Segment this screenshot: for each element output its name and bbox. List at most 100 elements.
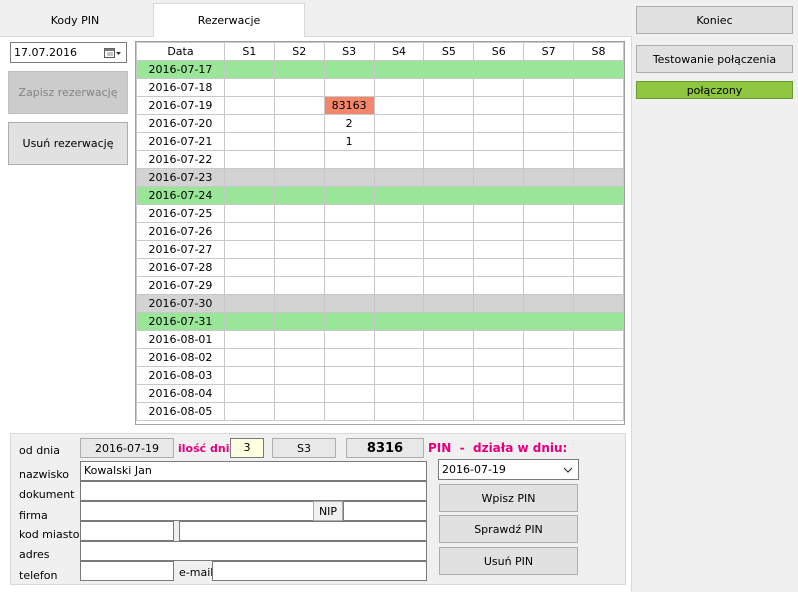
grid-slot-cell[interactable] [273, 312, 325, 331]
grid-slot-cell[interactable] [473, 132, 525, 151]
grid-slot-cell[interactable] [573, 222, 624, 241]
grid-slot-cell[interactable] [223, 60, 275, 79]
grid-slot-cell[interactable] [373, 222, 425, 241]
delete-pin-button[interactable]: Usuń PIN [439, 547, 578, 575]
grid-slot-cell[interactable] [223, 168, 275, 187]
city-field[interactable] [179, 521, 427, 541]
grid-slot-cell[interactable] [323, 384, 375, 403]
grid-slot-cell[interactable] [323, 330, 375, 349]
grid-slot-cell[interactable]: 2 [323, 114, 375, 133]
grid-slot-cell[interactable] [223, 330, 275, 349]
grid-slot-cell[interactable] [323, 204, 375, 223]
grid-slot-cell[interactable] [473, 384, 525, 403]
grid-slot-cell[interactable] [523, 294, 575, 313]
table-row[interactable]: 2016-07-21 1 [136, 132, 624, 151]
grid-slot-cell[interactable] [223, 150, 275, 169]
table-row[interactable]: 2016-07-18 [136, 78, 624, 97]
grid-slot-cell[interactable] [473, 168, 525, 187]
grid-slot-cell[interactable] [523, 348, 575, 367]
grid-slot-cell[interactable] [423, 276, 475, 295]
grid-header-slot[interactable]: S3 [323, 42, 375, 61]
table-row[interactable]: 2016-07-30 [136, 294, 624, 313]
grid-slot-cell[interactable] [473, 186, 525, 205]
grid-slot-cell[interactable] [473, 78, 525, 97]
grid-slot-cell[interactable] [373, 294, 425, 313]
grid-slot-cell[interactable] [573, 384, 624, 403]
grid-slot-cell[interactable] [423, 96, 475, 115]
grid-date-cell[interactable]: 2016-07-31 [136, 312, 225, 331]
grid-date-cell[interactable]: 2016-07-19 [136, 96, 225, 115]
grid-slot-cell[interactable] [223, 132, 275, 151]
grid-slot-cell[interactable] [323, 348, 375, 367]
grid-slot-cell[interactable] [273, 348, 325, 367]
grid-slot-cell[interactable] [573, 150, 624, 169]
table-row[interactable]: 2016-07-29 [136, 276, 624, 295]
grid-slot-cell[interactable] [373, 312, 425, 331]
grid-slot-cell[interactable] [223, 402, 275, 421]
tab-rezerwacje[interactable]: Rezerwacje [153, 3, 305, 37]
grid-slot-cell[interactable] [573, 402, 624, 421]
grid-slot-cell[interactable] [423, 294, 475, 313]
grid-slot-cell[interactable] [473, 96, 525, 115]
grid-slot-cell[interactable] [523, 258, 575, 277]
grid-slot-cell[interactable]: 83163 [323, 96, 375, 115]
table-row[interactable]: 2016-07-20 2 [136, 114, 624, 133]
grid-slot-cell[interactable] [323, 366, 375, 385]
grid-date-cell[interactable]: 2016-08-05 [136, 402, 225, 421]
grid-slot-cell[interactable] [223, 114, 275, 133]
grid-slot-cell[interactable] [523, 78, 575, 97]
grid-date-cell[interactable]: 2016-07-24 [136, 186, 225, 205]
grid-header-slot[interactable]: S8 [573, 42, 624, 61]
grid-slot-cell[interactable] [423, 186, 475, 205]
grid-slot-cell[interactable] [223, 294, 275, 313]
grid-date-cell[interactable]: 2016-08-04 [136, 384, 225, 403]
grid-slot-cell[interactable] [373, 384, 425, 403]
grid-slot-cell[interactable] [223, 96, 275, 115]
grid-slot-cell[interactable] [323, 168, 375, 187]
table-row[interactable]: 2016-07-19 83163 [136, 96, 624, 115]
grid-slot-cell[interactable] [273, 78, 325, 97]
document-field[interactable] [80, 481, 427, 501]
grid-slot-cell[interactable] [423, 240, 475, 259]
grid-slot-cell[interactable] [473, 204, 525, 223]
grid-date-cell[interactable]: 2016-07-23 [136, 168, 225, 187]
grid-slot-cell[interactable] [423, 330, 475, 349]
grid-header-slot[interactable]: S4 [373, 42, 425, 61]
grid-slot-cell[interactable] [223, 240, 275, 259]
tab-kody-pin[interactable]: Kody PIN [0, 4, 150, 36]
table-row[interactable]: 2016-07-23 [136, 168, 624, 187]
grid-slot-cell[interactable] [423, 60, 475, 79]
grid-slot-cell[interactable] [223, 348, 275, 367]
table-row[interactable]: 2016-07-28 [136, 258, 624, 277]
grid-slot-cell[interactable] [323, 294, 375, 313]
table-row[interactable]: 2016-08-05 [136, 402, 624, 421]
grid-slot-cell[interactable]: 1 [323, 132, 375, 151]
grid-slot-cell[interactable] [523, 222, 575, 241]
grid-slot-cell[interactable] [423, 258, 475, 277]
grid-slot-cell[interactable] [523, 402, 575, 421]
grid-slot-cell[interactable] [223, 204, 275, 223]
grid-slot-cell[interactable] [373, 330, 425, 349]
grid-slot-cell[interactable] [273, 294, 325, 313]
grid-slot-cell[interactable] [373, 168, 425, 187]
grid-slot-cell[interactable] [273, 132, 325, 151]
reservation-grid[interactable]: Data S1 S2 S3 S4 S5 S6 S7 S8 2016-07-17 2016-07-1… [135, 41, 625, 425]
grid-slot-cell[interactable] [373, 78, 425, 97]
grid-slot-cell[interactable] [523, 276, 575, 295]
grid-slot-cell[interactable] [273, 168, 325, 187]
grid-header-date[interactable]: Data [136, 42, 225, 61]
grid-header-slot[interactable]: S1 [223, 42, 275, 61]
grid-slot-cell[interactable] [323, 222, 375, 241]
grid-slot-cell[interactable] [323, 150, 375, 169]
exit-button[interactable]: Koniec [636, 6, 793, 34]
grid-slot-cell[interactable] [573, 186, 624, 205]
grid-slot-cell[interactable] [273, 240, 325, 259]
grid-slot-cell[interactable] [423, 366, 475, 385]
grid-slot-cell[interactable] [573, 240, 624, 259]
grid-slot-cell[interactable] [323, 60, 375, 79]
grid-slot-cell[interactable] [373, 150, 425, 169]
grid-date-cell[interactable]: 2016-07-17 [136, 60, 225, 79]
grid-slot-cell[interactable] [423, 132, 475, 151]
grid-slot-cell[interactable] [373, 60, 425, 79]
grid-slot-cell[interactable] [573, 348, 624, 367]
